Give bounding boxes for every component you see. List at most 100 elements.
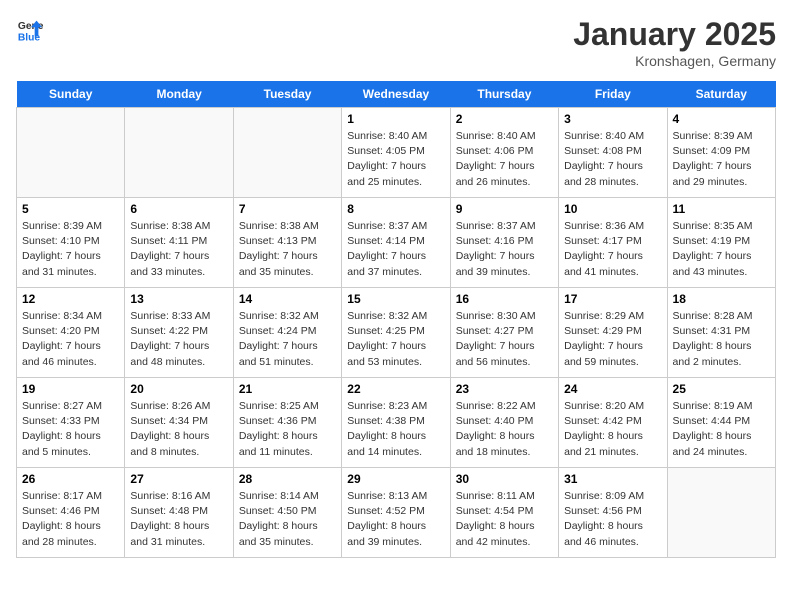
date-number: 11 xyxy=(673,202,770,216)
date-number: 2 xyxy=(456,112,553,126)
day-cell-8: 8 Sunrise: 8:37 AM Sunset: 4:14 PM Daylig… xyxy=(342,198,450,288)
day-cell-19: 19 Sunrise: 8:27 AM Sunset: 4:33 PM Dayli… xyxy=(17,378,125,468)
day-cell-25: 25 Sunrise: 8:19 AM Sunset: 4:44 PM Dayli… xyxy=(667,378,775,468)
week-row-2: 5Sunrise: 8:39 AM Sunset: 4:10 PM Daylig… xyxy=(17,198,776,288)
day-info: Sunrise: 8:37 AM Sunset: 4:14 PM Dayligh… xyxy=(347,219,444,280)
date-number: 20 xyxy=(130,382,227,396)
date-number: 8 xyxy=(347,202,444,216)
day-info: Sunrise: 8:11 AM Sunset: 4:54 PM Dayligh… xyxy=(456,489,553,550)
day-cell-17: 17 Sunrise: 8:29 AM Sunset: 4:29 PM Dayli… xyxy=(559,288,667,378)
date-number: 25 xyxy=(673,382,770,396)
day-info: Sunrise: 8:38 AM Sunset: 4:11 PM Dayligh… xyxy=(130,219,227,280)
date-number: 26 xyxy=(22,472,119,486)
calendar-title: January 2025 xyxy=(573,16,776,53)
day-info: Sunrise: 8:36 AM Sunset: 4:17 PM Dayligh… xyxy=(564,219,661,280)
day-cell-24: 24 Sunrise: 8:20 AM Sunset: 4:42 PM Dayli… xyxy=(559,378,667,468)
date-number: 4 xyxy=(673,112,770,126)
date-number: 21 xyxy=(239,382,336,396)
day-cell-29: 29 Sunrise: 8:13 AM Sunset: 4:52 PM Dayli… xyxy=(342,468,450,558)
week-row-5: 26 Sunrise: 8:17 AM Sunset: 4:46 PM Dayli… xyxy=(17,468,776,558)
date-number: 10 xyxy=(564,202,661,216)
weekday-header-tuesday: Tuesday xyxy=(233,81,341,108)
weekday-header-thursday: Thursday xyxy=(450,81,558,108)
date-number: 30 xyxy=(456,472,553,486)
date-number: 24 xyxy=(564,382,661,396)
calendar-table: SundayMondayTuesdayWednesdayThursdayFrid… xyxy=(16,81,776,558)
calendar-subtitle: Kronshagen, Germany xyxy=(573,53,776,69)
day-cell-4: 4 Sunrise: 8:39 AM Sunset: 4:09 PM Daylig… xyxy=(667,108,775,198)
weekday-header-friday: Friday xyxy=(559,81,667,108)
day-info: Sunrise: 8:27 AM Sunset: 4:33 PM Dayligh… xyxy=(22,399,119,460)
day-cell-13: 13 Sunrise: 8:33 AM Sunset: 4:22 PM Dayli… xyxy=(125,288,233,378)
day-info: Sunrise: 8:39 AM Sunset: 4:09 PM Dayligh… xyxy=(673,129,770,190)
day-info: Sunrise: 8:28 AM Sunset: 4:31 PM Dayligh… xyxy=(673,309,770,370)
day-cell-12: 12 Sunrise: 8:34 AM Sunset: 4:20 PM Dayli… xyxy=(17,288,125,378)
date-number: 19 xyxy=(22,382,119,396)
day-cell-30: 30 Sunrise: 8:11 AM Sunset: 4:54 PM Dayli… xyxy=(450,468,558,558)
weekday-header-wednesday: Wednesday xyxy=(342,81,450,108)
week-row-3: 12 Sunrise: 8:34 AM Sunset: 4:20 PM Dayli… xyxy=(17,288,776,378)
day-info: Sunrise: 8:29 AM Sunset: 4:29 PM Dayligh… xyxy=(564,309,661,370)
day-info: Sunrise: 8:23 AM Sunset: 4:38 PM Dayligh… xyxy=(347,399,444,460)
date-number: 3 xyxy=(564,112,661,126)
day-cell-27: 27Sunrise: 8:16 AM Sunset: 4:48 PM Dayli… xyxy=(125,468,233,558)
day-cell-2: 2 Sunrise: 8:40 AM Sunset: 4:06 PM Daylig… xyxy=(450,108,558,198)
day-info: Sunrise: 8:19 AM Sunset: 4:44 PM Dayligh… xyxy=(673,399,770,460)
empty-cell xyxy=(233,108,341,198)
day-cell-16: 16Sunrise: 8:30 AM Sunset: 4:27 PM Dayli… xyxy=(450,288,558,378)
date-number: 15 xyxy=(347,292,444,306)
date-number: 12 xyxy=(22,292,119,306)
empty-cell xyxy=(125,108,233,198)
day-cell-20: 20Sunrise: 8:26 AM Sunset: 4:34 PM Dayli… xyxy=(125,378,233,468)
day-info: Sunrise: 8:40 AM Sunset: 4:06 PM Dayligh… xyxy=(456,129,553,190)
page-header: General Blue January 2025 Kronshagen, Ge… xyxy=(16,16,776,69)
day-cell-5: 5Sunrise: 8:39 AM Sunset: 4:10 PM Daylig… xyxy=(17,198,125,288)
date-number: 27 xyxy=(130,472,227,486)
date-number: 23 xyxy=(456,382,553,396)
date-number: 1 xyxy=(347,112,444,126)
day-info: Sunrise: 8:17 AM Sunset: 4:46 PM Dayligh… xyxy=(22,489,119,550)
week-row-4: 19 Sunrise: 8:27 AM Sunset: 4:33 PM Dayli… xyxy=(17,378,776,468)
day-info: Sunrise: 8:34 AM Sunset: 4:20 PM Dayligh… xyxy=(22,309,119,370)
logo: General Blue xyxy=(16,16,44,44)
day-cell-28: 28Sunrise: 8:14 AM Sunset: 4:50 PM Dayli… xyxy=(233,468,341,558)
date-number: 7 xyxy=(239,202,336,216)
day-info: Sunrise: 8:14 AM Sunset: 4:50 PM Dayligh… xyxy=(239,489,336,550)
date-number: 9 xyxy=(456,202,553,216)
date-number: 17 xyxy=(564,292,661,306)
day-cell-15: 15Sunrise: 8:32 AM Sunset: 4:25 PM Dayli… xyxy=(342,288,450,378)
day-info: Sunrise: 8:20 AM Sunset: 4:42 PM Dayligh… xyxy=(564,399,661,460)
day-cell-22: 22 Sunrise: 8:23 AM Sunset: 4:38 PM Dayli… xyxy=(342,378,450,468)
day-info: Sunrise: 8:32 AM Sunset: 4:24 PM Dayligh… xyxy=(239,309,336,370)
day-info: Sunrise: 8:33 AM Sunset: 4:22 PM Dayligh… xyxy=(130,309,227,370)
day-info: Sunrise: 8:09 AM Sunset: 4:56 PM Dayligh… xyxy=(564,489,661,550)
day-info: Sunrise: 8:22 AM Sunset: 4:40 PM Dayligh… xyxy=(456,399,553,460)
day-info: Sunrise: 8:37 AM Sunset: 4:16 PM Dayligh… xyxy=(456,219,553,280)
day-cell-3: 3Sunrise: 8:40 AM Sunset: 4:08 PM Daylig… xyxy=(559,108,667,198)
empty-cell xyxy=(667,468,775,558)
week-row-1: 1Sunrise: 8:40 AM Sunset: 4:05 PM Daylig… xyxy=(17,108,776,198)
day-info: Sunrise: 8:13 AM Sunset: 4:52 PM Dayligh… xyxy=(347,489,444,550)
day-info: Sunrise: 8:38 AM Sunset: 4:13 PM Dayligh… xyxy=(239,219,336,280)
date-number: 31 xyxy=(564,472,661,486)
weekday-header-row: SundayMondayTuesdayWednesdayThursdayFrid… xyxy=(17,81,776,108)
day-info: Sunrise: 8:35 AM Sunset: 4:19 PM Dayligh… xyxy=(673,219,770,280)
day-cell-14: 14 Sunrise: 8:32 AM Sunset: 4:24 PM Dayli… xyxy=(233,288,341,378)
day-cell-18: 18 Sunrise: 8:28 AM Sunset: 4:31 PM Dayli… xyxy=(667,288,775,378)
date-number: 22 xyxy=(347,382,444,396)
date-number: 13 xyxy=(130,292,227,306)
weekday-header-sunday: Sunday xyxy=(17,81,125,108)
logo-icon: General Blue xyxy=(16,16,44,44)
empty-cell xyxy=(17,108,125,198)
weekday-header-monday: Monday xyxy=(125,81,233,108)
date-number: 14 xyxy=(239,292,336,306)
day-info: Sunrise: 8:30 AM Sunset: 4:27 PM Dayligh… xyxy=(456,309,553,370)
day-cell-6: 6Sunrise: 8:38 AM Sunset: 4:11 PM Daylig… xyxy=(125,198,233,288)
day-info: Sunrise: 8:39 AM Sunset: 4:10 PM Dayligh… xyxy=(22,219,119,280)
day-cell-9: 9 Sunrise: 8:37 AM Sunset: 4:16 PM Daylig… xyxy=(450,198,558,288)
day-cell-1: 1Sunrise: 8:40 AM Sunset: 4:05 PM Daylig… xyxy=(342,108,450,198)
date-number: 18 xyxy=(673,292,770,306)
day-info: Sunrise: 8:25 AM Sunset: 4:36 PM Dayligh… xyxy=(239,399,336,460)
day-cell-7: 7 Sunrise: 8:38 AM Sunset: 4:13 PM Daylig… xyxy=(233,198,341,288)
date-number: 29 xyxy=(347,472,444,486)
